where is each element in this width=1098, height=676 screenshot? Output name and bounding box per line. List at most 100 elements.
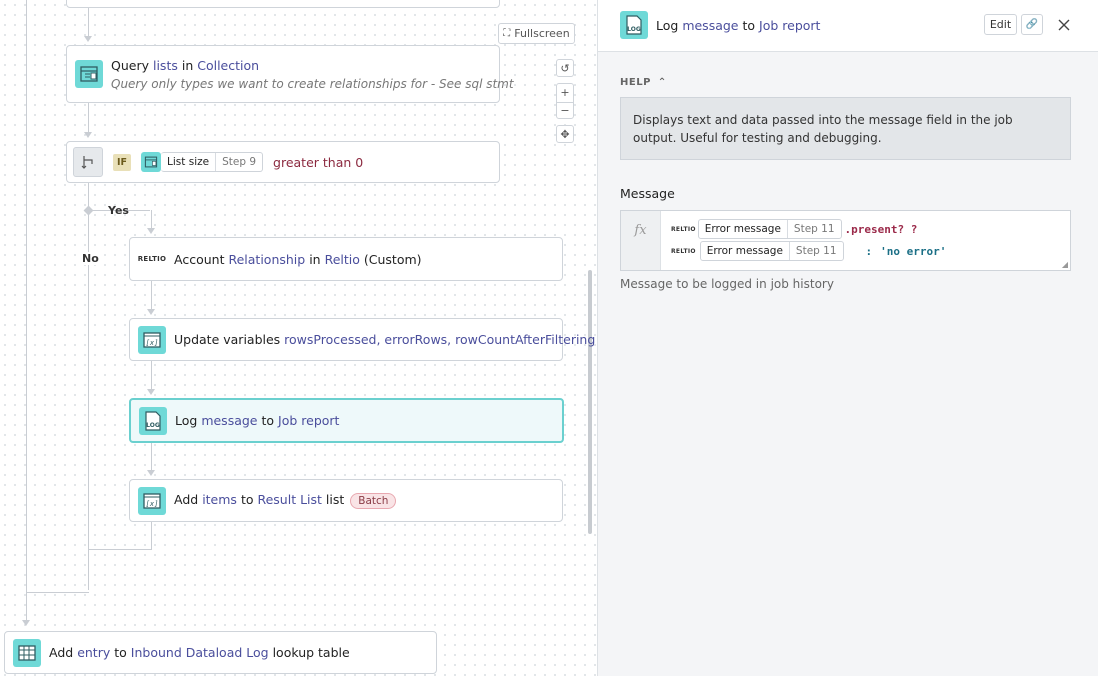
error-message-datapill[interactable]: Error message Step 11: [699, 241, 844, 261]
update-prefix: Update variables: [174, 332, 281, 347]
panel-title-mid: to: [742, 18, 756, 33]
connector-line: [151, 522, 152, 549]
chevron-up-icon: ⌃: [657, 77, 667, 88]
svg-text:[x]: [x]: [146, 500, 159, 508]
connector-arrow: [22, 620, 30, 626]
collection-icon: [141, 152, 162, 172]
pill-step: Step 11: [786, 220, 841, 238]
add-entry-suffix: lookup table: [272, 645, 350, 660]
fullscreen-label: Fullscreen: [514, 27, 570, 40]
variable-icon: [x]: [138, 325, 166, 354]
step-add-entry[interactable]: Add entry to Inbound Dataload Log lookup…: [4, 631, 437, 674]
connector-line: [88, 6, 89, 40]
log-icon: LOG: [139, 406, 167, 435]
panel-title: Log message to Job report: [656, 18, 820, 33]
variable-icon: [x]: [138, 486, 166, 515]
zoom-out-icon[interactable]: −: [557, 101, 573, 119]
add-entry-object: entry: [77, 645, 111, 660]
account-prefix: Account: [174, 251, 225, 267]
panel-icon-text: LOG: [627, 26, 641, 33]
step-log-message[interactable]: LOG Log message to Job report: [129, 398, 564, 443]
connector-arrow: [84, 132, 92, 138]
pill-label: Error message: [704, 223, 781, 235]
add-items-target: Result List: [257, 492, 322, 507]
message-hint: Message to be logged in job history: [620, 277, 834, 291]
resize-handle-icon[interactable]: ◢: [1062, 260, 1068, 269]
update-variables-list: rowsProcessed, errorRows, rowCountAfterF…: [284, 332, 596, 347]
step-query-description: Query only types we want to create relat…: [111, 76, 514, 91]
reltio-logo-text: RELTIO: [137, 255, 167, 263]
error-message-datapill[interactable]: Error message Step 11: [697, 219, 842, 239]
connector-arrow: [147, 228, 155, 234]
step-account-title: Account Relationship in Reltio (Custom): [174, 252, 422, 267]
connector-arrow: [147, 389, 155, 395]
zoom-controls: + −: [556, 83, 574, 119]
query-prefix: Query: [111, 57, 149, 73]
log-target: Job report: [278, 413, 340, 428]
step-account-relationship[interactable]: RELTIO Account Relationship in Reltio (C…: [129, 237, 563, 281]
recipe-canvas[interactable]: Yes No ⛶ Fullscreen ↺ + − ✥ Query lists …: [0, 0, 597, 676]
previous-step-card[interactable]: [66, 0, 500, 8]
message-formula-editor[interactable]: fx RELTIO Error message Step 11 .present…: [620, 210, 1071, 271]
if-badge: IF: [113, 153, 132, 171]
svg-text:[x]: [x]: [146, 339, 159, 347]
panel-title-object: message: [682, 18, 739, 33]
close-button[interactable]: [1056, 15, 1072, 35]
branch-diamond: [83, 205, 94, 216]
formula-line-1: RELTIO Error message Step 11 .present? ?: [671, 219, 1060, 239]
copy-link-button[interactable]: 🔗: [1021, 14, 1043, 35]
add-items-prefix: Add: [174, 492, 199, 507]
panel-header: LOG Log message to Job report Edit 🔗: [598, 0, 1098, 52]
if-pill-step: Step 9: [215, 153, 262, 171]
collection-icon: [75, 60, 103, 88]
formula-code-present: .present? ?: [844, 222, 918, 236]
reset-icon: ↺: [560, 61, 570, 75]
connector-line: [26, 0, 27, 620]
help-toggle[interactable]: HELP ⌃: [620, 77, 667, 88]
connector-arrow: [147, 309, 155, 315]
message-field-label: Message: [620, 186, 675, 201]
log-mid: to: [261, 413, 275, 428]
step-log-title: Log message to Job report: [175, 413, 339, 428]
if-value: 0: [355, 154, 364, 170]
reset-zoom-button[interactable]: ↺: [556, 59, 574, 77]
step-query-title: Query lists in Collection: [111, 58, 514, 73]
query-app: Collection: [197, 57, 260, 73]
add-items-object: items: [202, 492, 237, 507]
account-app: Reltio: [324, 251, 360, 267]
close-icon: [1058, 19, 1070, 31]
zoom-in-icon[interactable]: +: [560, 84, 569, 102]
account-object: Relationship: [228, 251, 306, 267]
fit-view-button[interactable]: ✥: [556, 125, 574, 143]
formula-content[interactable]: RELTIO Error message Step 11 .present? ?…: [661, 211, 1070, 270]
fullscreen-button[interactable]: ⛶ Fullscreen: [498, 23, 575, 44]
if-datapill[interactable]: List size Step 9: [161, 152, 264, 172]
step-add-items[interactable]: [x] Add items to Result List list Batch: [129, 479, 563, 522]
batch-badge: Batch: [350, 493, 397, 509]
step-if-condition[interactable]: IF List size Step 9 greater than 0: [66, 141, 500, 183]
link-icon: 🔗: [1025, 19, 1039, 30]
add-entry-target: Inbound Dataload Log: [130, 645, 269, 660]
canvas-scrollbar[interactable]: [588, 270, 592, 534]
add-items-suffix: list: [325, 492, 345, 507]
connector-line: [26, 592, 89, 593]
step-update-title: Update variables rowsProcessed, errorRow…: [174, 332, 595, 347]
reltio-logo-icon: RELTIO: [671, 247, 696, 255]
pill-step: Step 11: [788, 242, 843, 260]
log-prefix: Log: [175, 413, 198, 428]
step-update-variables[interactable]: [x] Update variables rowsProcessed, erro…: [129, 318, 595, 361]
help-label: HELP: [620, 77, 651, 88]
step-query-lists[interactable]: Query lists in Collection Query only typ…: [66, 45, 514, 103]
step-add-items-title: Add items to Result List list Batch: [174, 492, 397, 509]
branch-no-label: No: [81, 252, 100, 265]
fit-view-icon: ✥: [560, 127, 570, 141]
help-text: Displays text and data passed into the m…: [620, 97, 1071, 160]
account-mid: in: [309, 251, 321, 267]
edit-button[interactable]: Edit: [984, 14, 1017, 35]
branch-yes-label: Yes: [108, 204, 129, 217]
connector-arrow: [84, 36, 92, 42]
panel-title-target: Job report: [759, 18, 821, 33]
step-config-panel: LOG Log message to Job report Edit 🔗 HEL…: [597, 0, 1098, 676]
if-operator: greater than: [273, 154, 352, 170]
connector-arrow: [147, 470, 155, 476]
